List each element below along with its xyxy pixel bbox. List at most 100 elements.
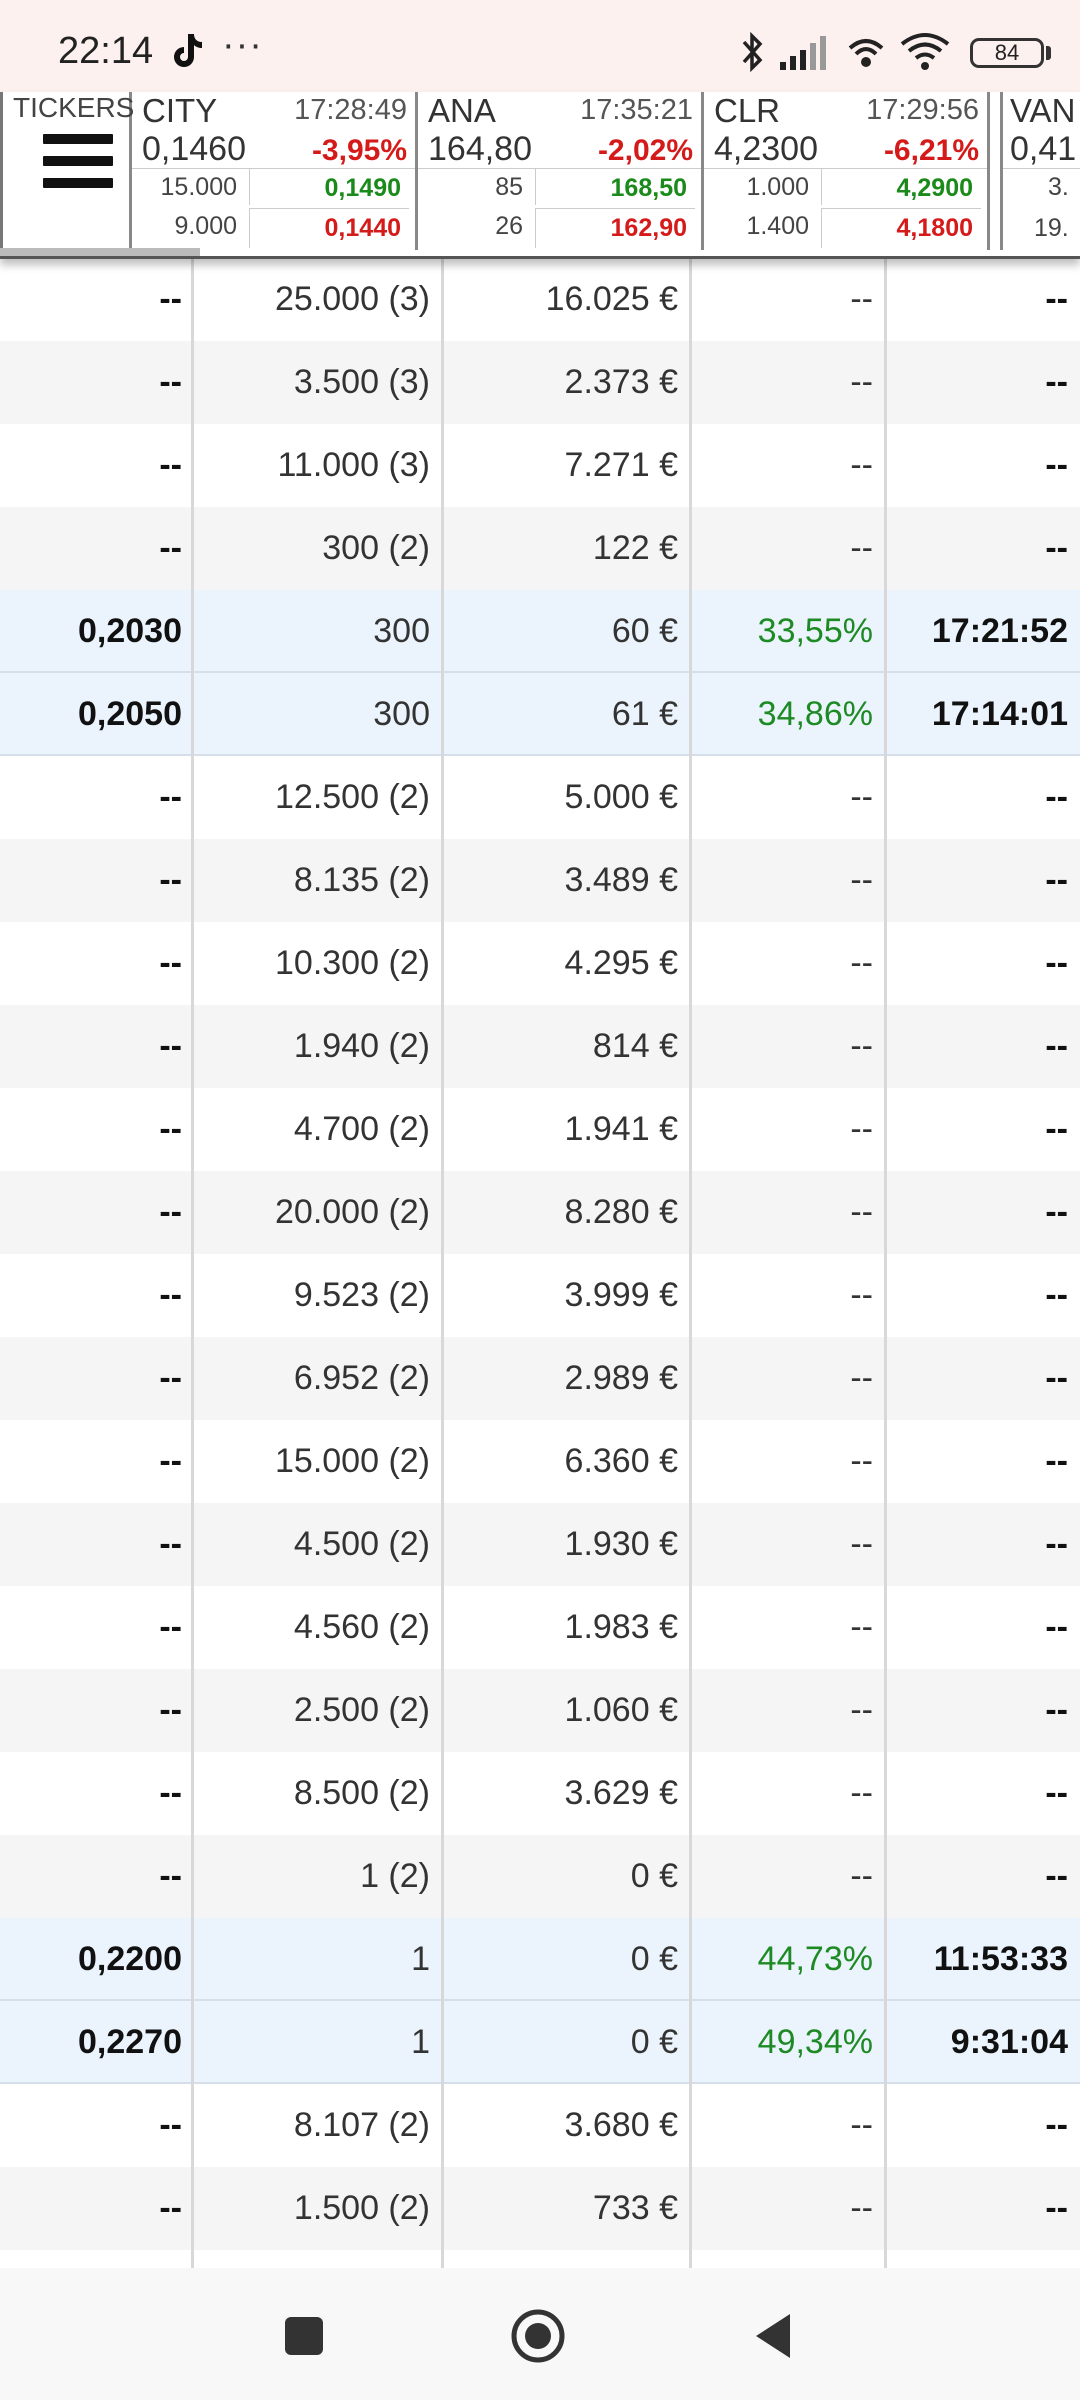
row-price: -- [159, 861, 182, 899]
row-time: -- [1045, 944, 1068, 982]
table-row[interactable]: -- 1 (2) 0 € -- -- [0, 1835, 1080, 1918]
ticker-price: 0,41 [1010, 130, 1077, 168]
row-amount: 3.489 € [564, 861, 678, 899]
row-amount: 8.280 € [564, 1193, 678, 1231]
row-price: 0,2030 [78, 612, 182, 650]
row-volume: 4.560 (2) [293, 1608, 430, 1646]
wifi-icon [900, 33, 950, 70]
table-row[interactable]: 0,2030 300 60 € 33,55% 17:21:52 [0, 590, 1080, 673]
row-percent: -- [850, 446, 873, 484]
ticker-ana[interactable]: ANA 17:35:21 164,80 -2,02% 85 168,50 26 16… [418, 92, 704, 250]
row-percent: -- [850, 861, 873, 899]
row-volume: 1 [411, 1940, 430, 1978]
table-row[interactable]: 0,2270 1 0 € 49,34% 9:31:04 [0, 2001, 1080, 2084]
row-time: -- [1045, 1193, 1068, 1231]
ticker-bar: TICKERS CITY 17:28:49 0,1460 -3,95% 15.0… [0, 92, 1080, 259]
status-icons: 84 [720, 0, 1080, 92]
row-volume: 300 (2) [322, 529, 430, 567]
row-price: 0,2050 [78, 695, 182, 733]
row-time: -- [1045, 2189, 1068, 2227]
row-volume: 300 [373, 612, 430, 650]
table-row[interactable]: -- 9.523 (2) 3.999 € -- -- [0, 1254, 1080, 1337]
ticker-city[interactable]: CITY 17:28:49 0,1460 -3,95% 15.000 0,1490… [132, 92, 418, 250]
status-bar: 22:14 ··· 84 [0, 0, 1080, 92]
table-row[interactable]: -- 8.500 (2) 3.629 € -- -- [0, 1752, 1080, 1835]
table-row[interactable]: -- 4.700 (2) 1.941 € -- -- [0, 1088, 1080, 1171]
table-row[interactable]: 0,2200 1 0 € 44,73% 11:53:33 [0, 1918, 1080, 2001]
ticker-price: 0,1460 [142, 130, 246, 168]
row-time: 17:14:01 [931, 695, 1068, 733]
table-row[interactable]: 0,2050 300 61 € 34,86% 17:14:01 [0, 673, 1080, 756]
table-row[interactable]: -- 25.000 (3) 16.025 € -- -- [0, 258, 1080, 341]
ticker-time: 17:28:49 [294, 94, 407, 126]
row-volume: 15.000 (2) [275, 1442, 430, 1480]
bluetooth-icon [742, 32, 763, 72]
row-time: -- [1045, 1857, 1068, 1895]
table-row[interactable]: -- 300 (2) 122 € -- -- [0, 507, 1080, 590]
row-price: -- [159, 2106, 182, 2144]
row-percent: -- [850, 1857, 873, 1895]
table-row[interactable]: -- 10.300 (2) 4.295 € -- -- [0, 922, 1080, 1005]
row-percent: -- [850, 1608, 873, 1646]
row-volume: 3.500 (3) [293, 363, 430, 401]
row-time: -- [1045, 1608, 1068, 1646]
row-percent: -- [850, 2106, 873, 2144]
table-row[interactable]: -- 6.952 (2) 2.989 € -- -- [0, 1337, 1080, 1420]
row-percent: -- [850, 2189, 873, 2227]
table-row[interactable]: -- 15.000 (2) 6.360 € -- -- [0, 1420, 1080, 1503]
row-time: -- [1045, 1442, 1068, 1480]
ticker-bid: 4,2900 [821, 169, 981, 205]
row-time: -- [1045, 778, 1068, 816]
recents-button-icon[interactable] [274, 2306, 334, 2366]
ticker-clr[interactable]: CLR 17:29:56 4,2300 -6,21% 1.000 4,2900 1… [704, 92, 990, 250]
row-amount: 0 € [630, 1940, 678, 1978]
table-row[interactable]: -- 3.500 (3) 2.373 € -- -- [0, 341, 1080, 424]
row-amount: 60 € [611, 612, 678, 650]
row-time: -- [1045, 1027, 1068, 1065]
row-percent: 49,34% [757, 2023, 873, 2061]
row-volume: 1.500 (2) [293, 2189, 430, 2227]
row-volume: 8.135 (2) [293, 861, 430, 899]
table-row[interactable]: -- 20.000 (2) 8.280 € -- -- [0, 1171, 1080, 1254]
row-amount: 122 € [592, 529, 678, 567]
ticker-symbol: CITY [142, 92, 218, 129]
row-time: -- [1045, 1110, 1068, 1148]
table-row[interactable]: -- 4.500 (2) 1.930 € -- -- [0, 1503, 1080, 1586]
table-row[interactable]: -- 4.560 (2) 1.983 € -- -- [0, 1586, 1080, 1669]
ticker-divider [1000, 92, 1003, 250]
ticker-van[interactable]: VAN 0,41 3. 19. [1000, 92, 1080, 250]
ticker-ask-size: 19. [1034, 214, 1069, 242]
home-button-icon[interactable] [508, 2306, 568, 2366]
hamburger-menu-icon[interactable] [43, 134, 113, 190]
row-volume: 8.500 (2) [293, 1774, 430, 1812]
row-amount: 1.930 € [564, 1525, 678, 1563]
row-price: -- [159, 1110, 182, 1148]
row-percent: -- [850, 1110, 873, 1148]
table-row[interactable]: -- 2.500 (2) 1.060 € -- -- [0, 1669, 1080, 1752]
table-row[interactable]: -- 8.107 (2) 3.680 € -- -- [0, 2084, 1080, 2167]
table-row[interactable]: -- 1.940 (2) 814 € -- -- [0, 1005, 1080, 1088]
row-price: -- [159, 1857, 182, 1895]
row-amount: 16.025 € [545, 280, 678, 318]
tickers-menu[interactable]: TICKERS [0, 92, 134, 250]
row-time: -- [1045, 1276, 1068, 1314]
row-amount: 4.295 € [564, 944, 678, 982]
row-volume: 1 (2) [360, 1857, 430, 1895]
row-price: -- [159, 1525, 182, 1563]
row-price: -- [159, 1774, 182, 1812]
row-price: 0,2200 [78, 1940, 182, 1978]
table-row[interactable]: -- 12.500 (2) 5.000 € -- -- [0, 756, 1080, 839]
table-row[interactable]: -- 11.000 (3) 7.271 € -- -- [0, 424, 1080, 507]
battery-icon: 84 [970, 38, 1044, 68]
table-row[interactable]: -- 1.500 (2) 733 € -- -- [0, 2167, 1080, 2250]
row-percent: -- [850, 1691, 873, 1729]
ticker-ask: 0,1440 [249, 208, 409, 248]
row-amount: 61 € [611, 695, 678, 733]
row-time: -- [1045, 1691, 1068, 1729]
back-button-icon[interactable] [744, 2306, 804, 2366]
row-time: -- [1045, 1774, 1068, 1812]
row-volume: 1.940 (2) [293, 1027, 430, 1065]
table-row[interactable]: -- 8.135 (2) 3.489 € -- -- [0, 839, 1080, 922]
horizontal-scrollbar[interactable] [0, 248, 200, 256]
row-time: -- [1045, 446, 1068, 484]
